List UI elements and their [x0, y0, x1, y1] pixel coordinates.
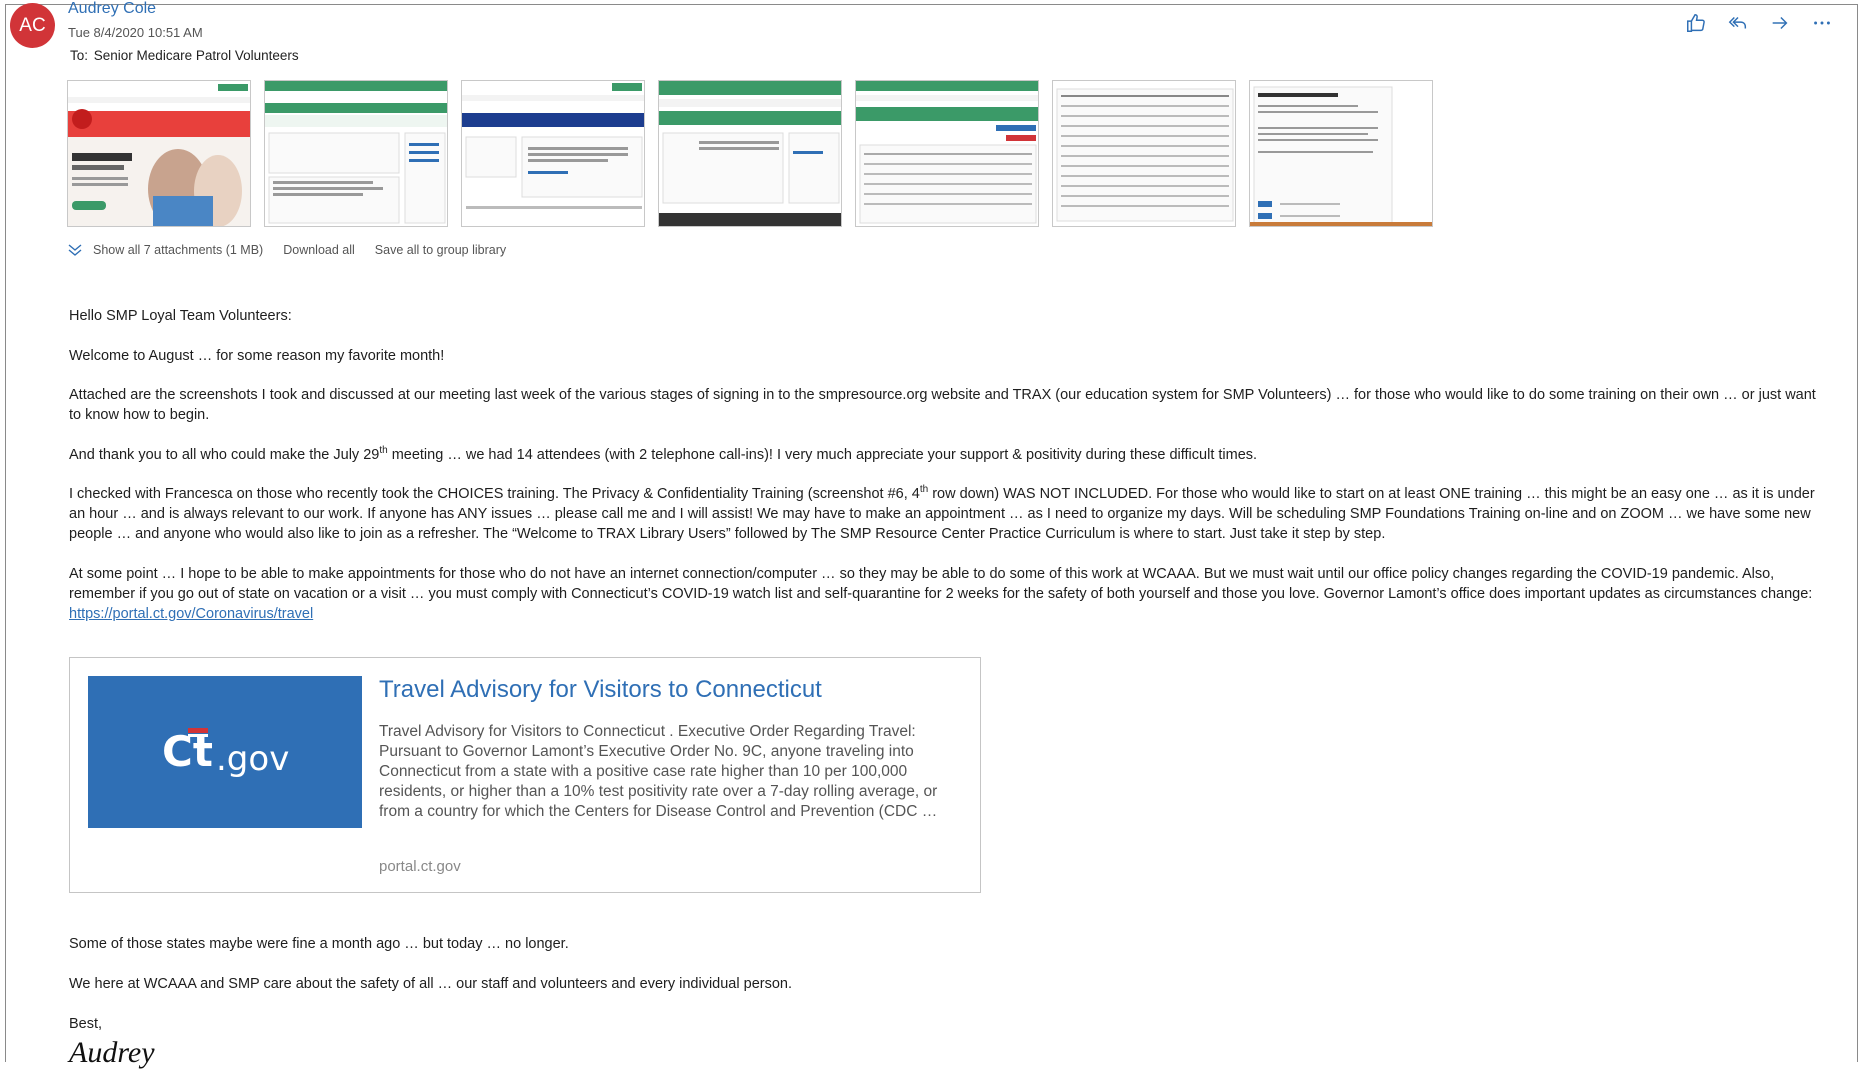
svg-text:.gov: .gov — [216, 739, 289, 779]
ct-gov-logo: Ct .gov — [88, 676, 362, 828]
show-all-attachments-link[interactable]: Show all 7 attachments (1 MB) — [93, 243, 263, 257]
greeting: Hello SMP Loyal Team Volunteers: — [69, 308, 292, 324]
preview-description: Travel Advisory for Visitors to Connecti… — [379, 723, 938, 820]
text-segment: At some point … I hope to be able to mak… — [69, 565, 1813, 602]
attachment-thumbnail-2[interactable] — [264, 80, 448, 227]
attachment-thumbnails — [67, 80, 1433, 227]
travel-advisory-link[interactable]: https://portal.ct.gov/Coronavirus/travel — [69, 606, 313, 622]
attachment-thumbnail-5[interactable] — [855, 80, 1039, 227]
attachment-thumbnail-1[interactable] — [67, 80, 251, 227]
sign-off: Best, — [69, 1016, 103, 1032]
text-segment: I checked with Francesca on those who re… — [69, 486, 920, 502]
message-body: Hello SMP Loyal Team Volunteers: Welcome… — [69, 306, 1819, 643]
preview-domain: portal.ct.gov — [379, 858, 461, 875]
signature: Audrey — [69, 1036, 155, 1069]
attachment-thumbnail-4[interactable] — [658, 80, 842, 227]
attachment-thumbnail-3[interactable] — [461, 80, 645, 227]
forward-icon[interactable] — [1767, 10, 1793, 36]
body-paragraph: I checked with Francesca on those who re… — [69, 484, 1819, 544]
closing-line: Some of those states maybe were fine a m… — [69, 936, 569, 952]
superscript: th — [379, 444, 388, 456]
body-paragraph: Welcome to August … for some reason my f… — [69, 347, 445, 364]
message-actions — [1683, 10, 1835, 36]
sender-name[interactable]: Audrey Cole — [68, 0, 156, 18]
superscript: th — [919, 484, 929, 496]
attachment-thumbnail-7[interactable] — [1249, 80, 1433, 227]
thumbs-up-icon[interactable] — [1683, 10, 1709, 36]
text-segment: meeting … we had 14 attendees (with 2 te… — [387, 446, 1258, 463]
reply-all-icon[interactable] — [1725, 10, 1751, 36]
text-segment: And thank you to all who could make the … — [69, 446, 380, 463]
link-preview-card[interactable]: Ct .gov Travel Advisory for Visitors to … — [69, 657, 981, 893]
body-paragraph: At some point … I hope to be able to mak… — [69, 564, 1819, 624]
to-label: To: — [70, 48, 89, 63]
recipients-line: To: Senior Medicare Patrol Volunteers — [68, 48, 299, 63]
save-all-to-group-library-link[interactable]: Save all to group library — [375, 243, 506, 257]
download-all-link[interactable]: Download all — [283, 243, 355, 257]
more-icon[interactable] — [1809, 10, 1835, 36]
chevron-down-icon[interactable] — [67, 242, 83, 258]
sent-date: Tue 8/4/2020 10:51 AM — [68, 25, 203, 40]
recipient[interactable]: Senior Medicare Patrol Volunteers — [94, 48, 299, 63]
preview-title[interactable]: Travel Advisory for Visitors to Connecti… — [379, 676, 822, 704]
body-paragraph: Attached are the screenshots I took and … — [69, 387, 1816, 423]
closing-line: We here at WCAAA and SMP care about the … — [69, 976, 792, 992]
attachment-thumbnail-6[interactable] — [1052, 80, 1236, 227]
avatar[interactable]: AC — [10, 3, 55, 48]
attachment-actions: Show all 7 attachments (1 MB) Download a… — [67, 242, 506, 258]
body-paragraph: And thank you to all who could make the … — [69, 445, 1819, 465]
